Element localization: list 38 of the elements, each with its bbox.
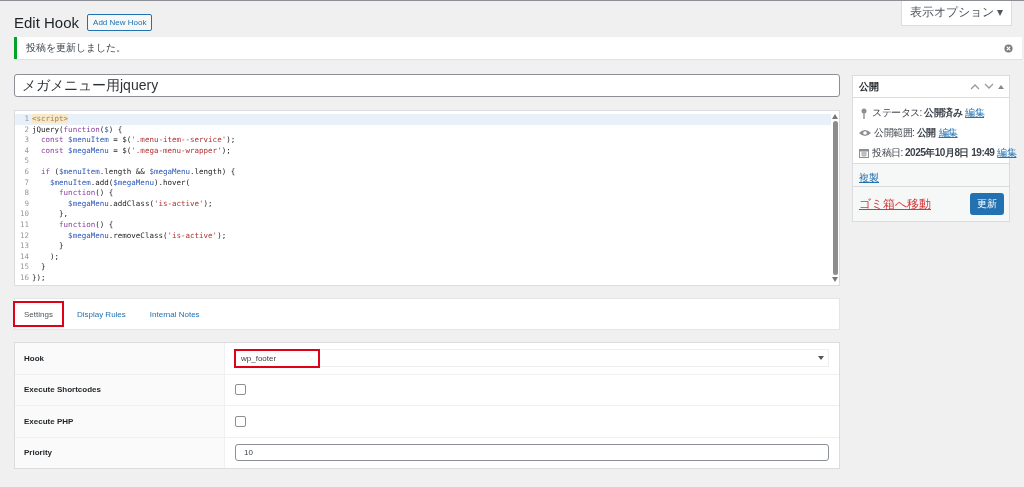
eye-icon [859,129,871,137]
close-icon[interactable] [1004,43,1013,53]
duplicate-link[interactable]: 複製 [859,172,879,183]
publish-info: 公開範囲: 公開 [874,126,936,140]
tab[interactable]: Display Rules [67,303,135,325]
edit-link[interactable]: 編集 [938,126,958,140]
pin-icon [859,107,869,119]
scroll-down-icon[interactable] [832,277,838,282]
add-new-button[interactable]: Add New Hook [87,13,153,31]
hook-select[interactable]: wp_footer [235,349,829,368]
calendar-icon [859,148,869,158]
setting-label: Priority [24,448,52,458]
caret-icon [818,356,824,361]
setting-label: Execute PHP [24,416,74,426]
page-title: Edit Hook [14,13,80,31]
setting-label: Hook [24,353,44,363]
edit-link[interactable]: 編集 [997,146,1017,160]
tab[interactable]: Settings [15,303,62,325]
code-editor[interactable] [14,110,840,286]
scroll-up-icon[interactable] [832,114,838,119]
priority-field[interactable]: 10 [235,444,829,462]
move-down-icon[interactable] [984,83,994,90]
title-field[interactable]: メガメニュー用jquery [14,74,840,97]
update-button[interactable]: 更新 [970,193,1004,215]
select-value: wp_footer [236,350,319,366]
tab[interactable]: Internal Notes [140,303,209,325]
publish-info: ステータス: 公開済み [872,106,963,120]
notice-text: 投稿を更新しました。 [26,41,126,55]
collapse-icon[interactable] [998,84,1004,89]
setting-label: Execute Shortcodes [24,385,101,395]
checkbox[interactable] [235,415,246,427]
move-up-icon[interactable] [970,83,980,90]
publish-info: 投稿日: 2025年10月8日 19:49 [872,146,995,160]
checkbox[interactable] [235,384,246,396]
edit-link[interactable]: 編集 [965,106,985,120]
screen-options-button[interactable]: 表示オプション ▾ [900,1,1012,26]
box-title: 公開 [859,79,879,94]
trash-link[interactable]: ゴミ箱へ移動 [859,195,931,213]
